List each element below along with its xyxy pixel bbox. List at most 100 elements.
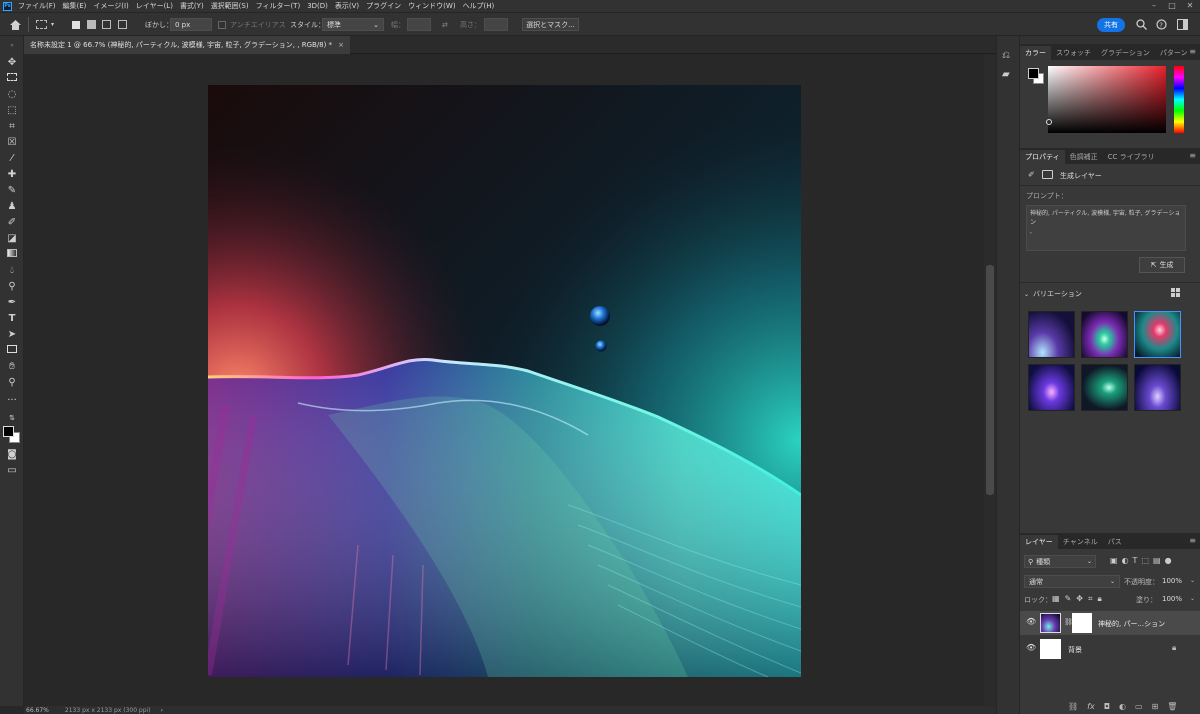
tab-gradients[interactable]: グラデーション — [1096, 46, 1155, 60]
marquee-tool[interactable] — [5, 72, 19, 85]
grid-view-icon[interactable] — [1171, 288, 1180, 297]
menu-plugins[interactable]: プラグイン — [366, 1, 401, 11]
lock-image-icon[interactable]: ✎ — [1065, 594, 1072, 604]
tab-swatches[interactable]: スウォッチ — [1051, 46, 1096, 60]
lock-position-icon[interactable]: ✥ — [1076, 594, 1083, 604]
rectangle-tool[interactable] — [5, 344, 19, 357]
frame-tool[interactable]: ☒ — [5, 136, 19, 149]
variation-thumbnail-3[interactable] — [1134, 311, 1181, 358]
lock-all-icon[interactable]: 🔒︎ — [1097, 594, 1101, 604]
menu-help[interactable]: ヘルプ(H) — [463, 1, 495, 11]
screen-mode-button[interactable]: ▭ — [5, 464, 19, 477]
type-tool[interactable]: T — [5, 312, 19, 325]
brush-tool[interactable]: ✎ — [5, 184, 19, 197]
layer-row-background[interactable]: 👁︎ 背景 🔒︎ — [1020, 637, 1200, 661]
new-selection-button[interactable] — [72, 17, 80, 32]
fill-input[interactable]: 100% — [1162, 595, 1182, 603]
tab-channels[interactable]: チャンネル — [1058, 535, 1103, 549]
panel-menu-icon[interactable]: ≡ — [1189, 151, 1196, 160]
variation-thumbnail-5[interactable] — [1081, 364, 1128, 411]
crop-tool[interactable]: ⌗ — [5, 120, 19, 133]
foreground-color-swatch[interactable] — [3, 426, 14, 437]
prompt-textarea[interactable]: 神秘的, パーティクル, 波模様, 宇宙, 粒子, グラデーション , — [1026, 205, 1186, 251]
clone-stamp-tool[interactable]: ♟ — [5, 200, 19, 213]
collapse-toolbar-icon[interactable]: » — [5, 39, 19, 52]
layer-row-generative[interactable]: 👁︎ ⛓︎ 神秘的, パー...ション — [1020, 611, 1200, 635]
variation-thumbnail-2[interactable] — [1081, 311, 1128, 358]
width-input[interactable] — [407, 18, 431, 31]
height-input[interactable] — [484, 18, 508, 31]
dodge-tool[interactable]: ⚲ — [5, 280, 19, 293]
menu-3d[interactable]: 3D(D) — [307, 2, 328, 10]
history-icon[interactable]: ⎌ — [1002, 50, 1010, 61]
path-selection-tool[interactable]: ➤ — [5, 328, 19, 341]
menu-file[interactable]: ファイル(F) — [18, 1, 56, 11]
document-canvas[interactable] — [208, 85, 801, 677]
trash-icon[interactable]: 🗑︎ — [1167, 702, 1177, 711]
generate-button[interactable]: ⇱ 生成 — [1139, 257, 1185, 273]
pen-tool[interactable]: ✒ — [5, 296, 19, 309]
intersect-selection-button[interactable] — [118, 17, 127, 32]
new-layer-icon[interactable]: ⊞ — [1152, 702, 1159, 711]
select-and-mask-button[interactable]: 選択とマスク... — [522, 18, 579, 31]
menu-view[interactable]: 表示(V) — [335, 1, 359, 11]
close-tab-icon[interactable]: × — [338, 41, 344, 49]
tab-adjustments[interactable]: 色調補正 — [1065, 150, 1103, 164]
comment-icon[interactable]: ▰ — [1002, 69, 1010, 80]
add-mask-icon[interactable]: ◘ — [1104, 702, 1110, 711]
menu-edit[interactable]: 編集(E) — [63, 1, 87, 11]
opacity-input[interactable]: 100% — [1162, 577, 1182, 585]
chevron-down-icon[interactable]: ⌄ — [1190, 577, 1195, 584]
healing-tool[interactable]: ✚ — [5, 168, 19, 181]
tab-properties[interactable]: プロパティ — [1020, 150, 1065, 164]
chevron-down-icon[interactable]: ⌄ — [1190, 595, 1195, 602]
quick-mask-button[interactable]: ◙ — [5, 448, 19, 461]
tab-color[interactable]: カラー — [1020, 46, 1051, 60]
adjustment-filter-icon[interactable]: ◐ — [1122, 556, 1129, 565]
lock-transparency-icon[interactable]: ▦ — [1052, 594, 1060, 604]
adjustment-layer-icon[interactable]: ◐ — [1119, 702, 1126, 711]
eye-icon[interactable]: 👁︎ — [1026, 617, 1036, 626]
history-brush-tool[interactable]: ✐ — [5, 216, 19, 229]
lasso-tool[interactable]: ◌ — [5, 88, 19, 101]
maximize-button[interactable]: □ — [1164, 0, 1180, 12]
variation-thumbnail-6[interactable] — [1134, 364, 1181, 411]
gradient-tool[interactable] — [5, 248, 19, 261]
search-button[interactable] — [1136, 17, 1147, 32]
new-group-icon[interactable]: ▭ — [1135, 702, 1143, 711]
home-button[interactable] — [9, 17, 22, 32]
scroll-thumb[interactable] — [986, 265, 994, 495]
tab-cc-libraries[interactable]: CC ライブラリ — [1103, 150, 1160, 164]
layer-filter-select[interactable]: ⚲ 種類 ⌄ — [1024, 555, 1096, 568]
menu-select[interactable]: 選択範囲(S) — [211, 1, 249, 11]
hand-tool[interactable]: ✋︎ — [5, 360, 19, 373]
panel-menu-icon[interactable]: ≡ — [1189, 47, 1196, 56]
hue-slider[interactable] — [1174, 66, 1184, 133]
swap-dimensions-icon[interactable]: ⇄ — [442, 17, 448, 32]
layer-name[interactable]: 神秘的, パー...ション — [1098, 619, 1165, 629]
link-layers-icon[interactable]: ⛓︎ — [1068, 702, 1078, 711]
layer-mask-thumbnail[interactable] — [1072, 613, 1092, 633]
type-filter-icon[interactable]: T — [1133, 556, 1138, 565]
share-button[interactable]: 共有 — [1097, 18, 1125, 32]
move-tool[interactable]: ✥ — [5, 56, 19, 69]
foreground-color-chip[interactable] — [1028, 68, 1039, 79]
marquee-tool-preset[interactable]: ▾ — [36, 17, 54, 32]
tab-layers[interactable]: レイヤー — [1020, 535, 1058, 549]
vertical-scrollbar[interactable] — [984, 55, 996, 706]
object-selection-tool[interactable]: ⬚ — [5, 104, 19, 117]
smart-object-filter-icon[interactable]: ▤ — [1153, 556, 1161, 565]
variation-thumbnail-4[interactable] — [1028, 364, 1075, 411]
panel-menu-icon[interactable]: ≡ — [1189, 536, 1196, 545]
filter-toggle-icon[interactable]: ● — [1165, 556, 1172, 565]
color-picker-handle[interactable] — [1046, 119, 1052, 125]
layer-name[interactable]: 背景 — [1068, 645, 1082, 655]
status-arrow-icon[interactable]: › — [161, 707, 163, 714]
tab-patterns[interactable]: パターン — [1155, 46, 1193, 60]
lock-artboard-icon[interactable]: ⌗ — [1088, 594, 1093, 604]
variation-thumbnail-1[interactable] — [1028, 311, 1075, 358]
antialias-checkbox[interactable]: アンチエイリアス — [218, 17, 286, 32]
swap-colors-button[interactable]: ⇅ — [5, 412, 19, 425]
pixel-filter-icon[interactable]: ▣ — [1110, 556, 1118, 565]
feather-input[interactable]: 0 px — [170, 18, 212, 31]
